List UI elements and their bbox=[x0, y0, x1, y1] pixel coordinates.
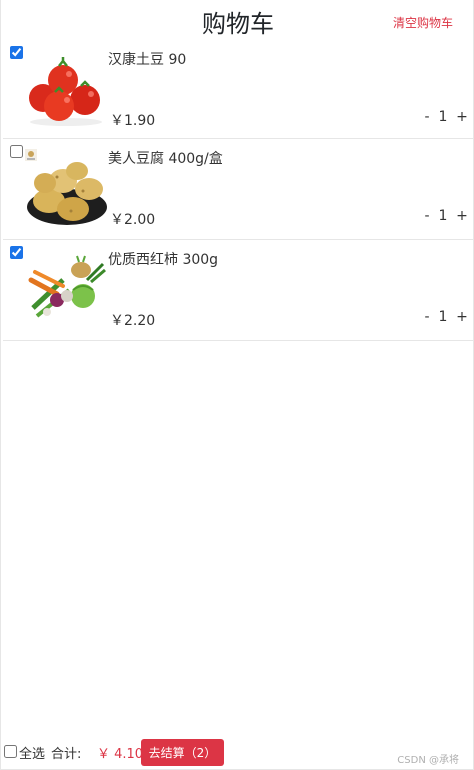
cart-page: 购物车 清空购物车 汉康土豆 90 ￥1.90 - 1 + 美人豆腐 400g/… bbox=[0, 0, 474, 770]
checkout-button[interactable]: 去结算（2） bbox=[141, 739, 224, 766]
item-name: 美人豆腐 400g/盒 bbox=[108, 151, 223, 167]
decrease-quantity-button[interactable]: - bbox=[422, 309, 432, 325]
cart-item: 优质西红柿 300g ￥2.20 - 1 + bbox=[3, 240, 473, 341]
cart-item: 美人豆腐 400g/盒 ￥2.00 - 1 + bbox=[3, 139, 473, 240]
tomato-image bbox=[29, 57, 102, 126]
potato-image bbox=[25, 149, 107, 225]
cart-item: 汉康土豆 90 ￥1.90 - 1 + bbox=[3, 40, 473, 139]
item-quantity: 1 bbox=[438, 309, 448, 325]
item-checkbox[interactable] bbox=[10, 246, 23, 259]
watermark: CSDN @承将 bbox=[397, 755, 459, 766]
clear-cart-link[interactable]: 清空购物车 bbox=[393, 14, 453, 31]
select-all-checkbox[interactable] bbox=[4, 745, 17, 758]
decrease-quantity-button[interactable]: - bbox=[422, 208, 432, 224]
select-all-label[interactable]: 全选 bbox=[19, 743, 45, 762]
increase-quantity-button[interactable]: + bbox=[456, 309, 468, 325]
item-price: ￥2.00 bbox=[110, 212, 156, 228]
cart-list: 汉康土豆 90 ￥1.90 - 1 + 美人豆腐 400g/盒 ￥2.00 - … bbox=[3, 40, 473, 341]
item-checkbox[interactable] bbox=[10, 46, 23, 59]
total-value: ￥ 4.10 bbox=[97, 747, 144, 762]
item-name: 汉康土豆 90 bbox=[108, 52, 187, 68]
decrease-quantity-button[interactable]: - bbox=[422, 109, 432, 125]
item-name: 优质西红柿 300g bbox=[108, 252, 219, 268]
item-price: ￥2.20 bbox=[110, 313, 156, 329]
item-price: ￥1.90 bbox=[110, 113, 156, 129]
item-quantity: 1 bbox=[438, 109, 448, 125]
item-checkbox[interactable] bbox=[10, 145, 23, 158]
item-quantity: 1 bbox=[438, 208, 448, 224]
increase-quantity-button[interactable]: + bbox=[456, 208, 468, 224]
increase-quantity-button[interactable]: + bbox=[456, 109, 468, 125]
total-label: 合计: bbox=[51, 747, 82, 762]
vegetables-image bbox=[28, 255, 106, 318]
header: 购物车 清空购物车 bbox=[1, 0, 474, 40]
